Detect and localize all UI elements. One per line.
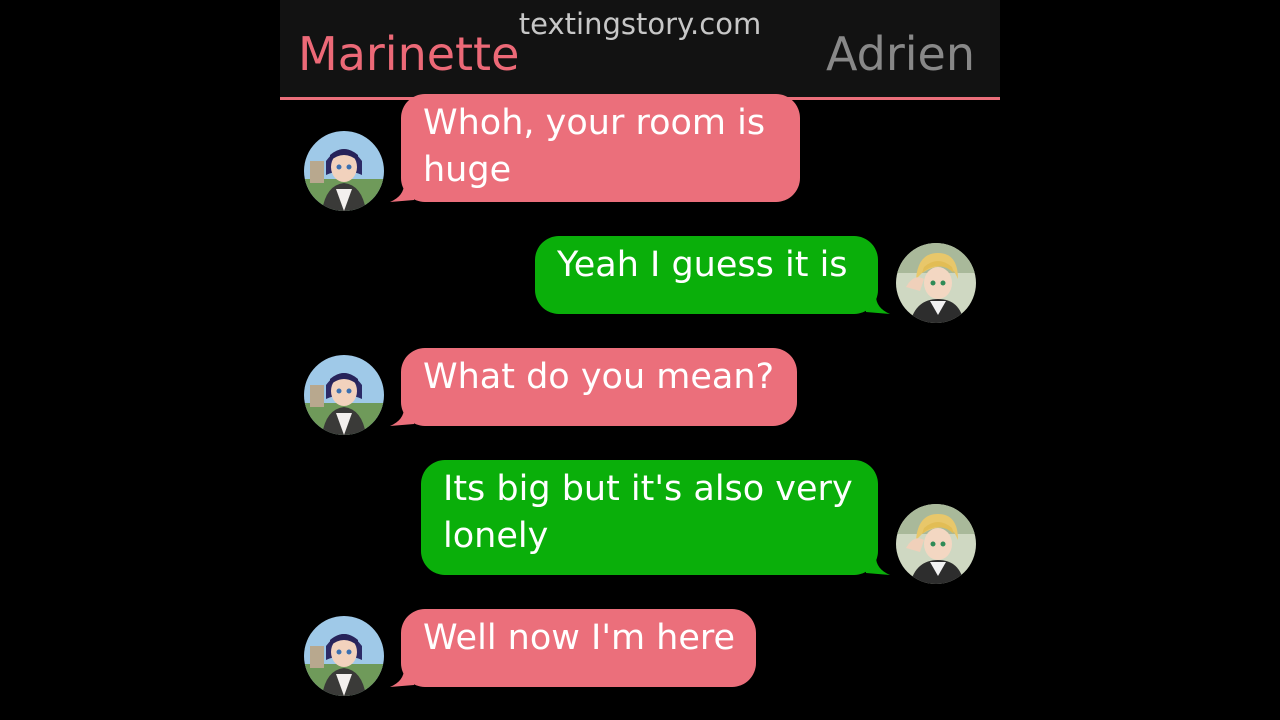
message-text: What do you mean? — [423, 357, 775, 397]
adrien-avatar[interactable] — [896, 243, 976, 323]
contact-name-adrien[interactable]: Adrien — [826, 26, 975, 82]
message-bubble[interactable]: Whoh, your room is huge — [401, 94, 800, 202]
message-bubble[interactable]: Its big but it's also very lonely — [421, 460, 878, 575]
chat-screen: textingstory.com Marinette Adrien Whoh, — [280, 0, 1000, 720]
message-text: Its big but it's also very — [443, 469, 853, 509]
message-bubble[interactable]: Well now I'm here — [401, 609, 756, 687]
marinette-avatar[interactable] — [304, 131, 384, 211]
contact-name-marinette[interactable]: Marinette — [298, 26, 519, 82]
message-text: huge — [423, 150, 512, 190]
message-text: lonely — [443, 516, 549, 556]
chat-header: textingstory.com Marinette Adrien — [280, 0, 1000, 100]
marinette-avatar[interactable] — [304, 616, 384, 696]
marinette-avatar[interactable] — [304, 355, 384, 435]
adrien-avatar[interactable] — [896, 504, 976, 584]
message-text: Whoh, your room is — [423, 103, 766, 143]
message-text: Well now I'm here — [423, 618, 736, 658]
message-text: Yeah I guess it is — [557, 245, 848, 285]
message-bubble[interactable]: Yeah I guess it is — [535, 236, 878, 314]
message-bubble[interactable]: What do you mean? — [401, 348, 797, 426]
